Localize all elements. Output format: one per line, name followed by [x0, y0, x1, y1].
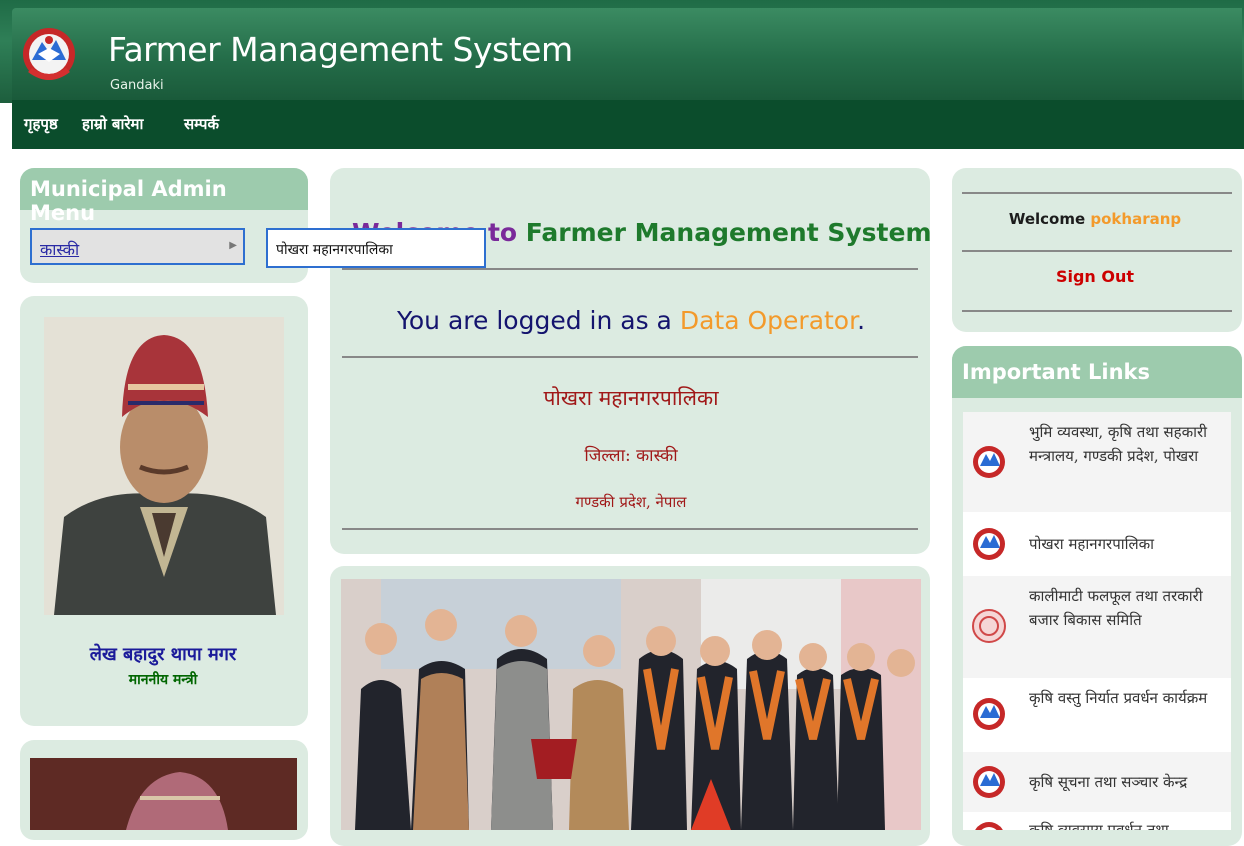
nepal-emblem-icon[interactable]: [20, 26, 78, 86]
link-label[interactable]: पोखरा महानगरपालिका: [1029, 532, 1225, 556]
welcome-heading-system: Farmer Management System: [525, 218, 932, 247]
nepal-emblem-icon: [973, 766, 1005, 798]
nepal-emblem-icon: [973, 446, 1005, 478]
divider: [342, 356, 918, 358]
app-subtitle: Gandaki: [110, 78, 164, 93]
minister-name: लेख बहादुर थापा मगर: [89, 644, 237, 665]
admin-menu-panel: Municipal Admin Menu: [20, 168, 308, 283]
minister-role: माननीय मन्त्री: [128, 672, 198, 688]
district-dropdown-label[interactable]: कास्की: [40, 238, 79, 260]
admin-menu-title: Municipal Admin Menu: [20, 168, 308, 225]
username: pokharanp: [1090, 210, 1182, 228]
nepal-emblem-icon: [975, 822, 1003, 830]
important-links-title: Important Links: [952, 346, 1242, 398]
user-welcome-label: Welcome: [1008, 210, 1086, 228]
welcome-heading-to: to: [487, 218, 518, 247]
kalimati-seal-icon: [972, 609, 1006, 643]
minister-portrait-image: [44, 317, 284, 615]
important-links-list: भुमि व्यवस्था, कृषि तथा सहकारी मन्त्रालय…: [963, 412, 1231, 830]
province-label: गण्डकी प्रदेश, नेपाल: [575, 493, 687, 511]
nepal-emblem-icon: [973, 528, 1005, 560]
district-label: जिल्ला: कास्की: [584, 446, 678, 466]
divider: [962, 250, 1232, 252]
nav-home-link[interactable]: गृहपृष्ठ: [24, 114, 58, 134]
divider: [342, 268, 918, 270]
link-item[interactable]: कृषि वस्तु निर्यात प्रवर्धन कार्यक्रम: [963, 678, 1231, 752]
link-label[interactable]: कालीमाटी फलफूल तथा तरकारी बजार बिकास समि…: [1029, 584, 1225, 632]
logged-in-role: Data Operator: [679, 306, 858, 335]
divider: [962, 310, 1232, 312]
link-label[interactable]: भुमि व्यवस्था, कृषि तथा सहकारी मन्त्रालय…: [1029, 420, 1225, 468]
link-label[interactable]: कृषि वस्तु निर्यात प्रवर्धन कार्यक्रम: [1029, 686, 1225, 710]
secondary-photo: [30, 758, 297, 830]
sign-out-link[interactable]: Sign Out: [954, 267, 1236, 286]
chevron-right-icon: ▶: [229, 240, 237, 251]
link-item[interactable]: भुमि व्यवस्था, कृषि तथा सहकारी मन्त्रालय…: [963, 412, 1231, 512]
link-label[interactable]: कृषि सूचना तथा सञ्चार केन्द्र: [1029, 770, 1225, 794]
link-item[interactable]: कृषि सूचना तथा सञ्चार केन्द्र: [963, 752, 1231, 812]
municipality-name: पोखरा महानगरपालिका: [543, 386, 719, 410]
logged-in-message: You are logged in as a Data Operator.: [342, 306, 920, 335]
minister-photo: [44, 317, 284, 615]
logged-in-suffix: .: [857, 306, 866, 335]
event-group-image: [341, 579, 921, 830]
event-photo: [341, 579, 921, 830]
app-title: Farmer Management System: [108, 30, 573, 69]
logged-in-prefix: You are logged in as a: [396, 306, 672, 335]
district-dropdown[interactable]: कास्की ▶: [30, 228, 245, 265]
user-welcome: Welcome pokharanp: [954, 210, 1236, 228]
link-item[interactable]: पोखरा महानगरपालिका: [963, 512, 1231, 576]
divider: [342, 528, 918, 530]
link-item[interactable]: कालीमाटी फलफूल तथा तरकारी बजार बिकास समि…: [963, 576, 1231, 678]
nepal-emblem-icon: [973, 698, 1005, 730]
submenu-item-pokhara[interactable]: पोखरा महानगरपालिका: [276, 240, 393, 259]
secondary-portrait-image: [30, 758, 297, 830]
nav-about-link[interactable]: हाम्रो बारेमा: [82, 114, 143, 134]
nav-contact-link[interactable]: सम्पर्क: [184, 114, 219, 134]
link-item[interactable]: कृषि व्यवसाय प्रवर्धन तथा: [963, 812, 1231, 830]
link-label[interactable]: कृषि व्यवसाय प्रवर्धन तथा: [1029, 818, 1225, 830]
municipality-submenu[interactable]: पोखरा महानगरपालिका: [266, 228, 486, 268]
divider: [962, 192, 1232, 194]
